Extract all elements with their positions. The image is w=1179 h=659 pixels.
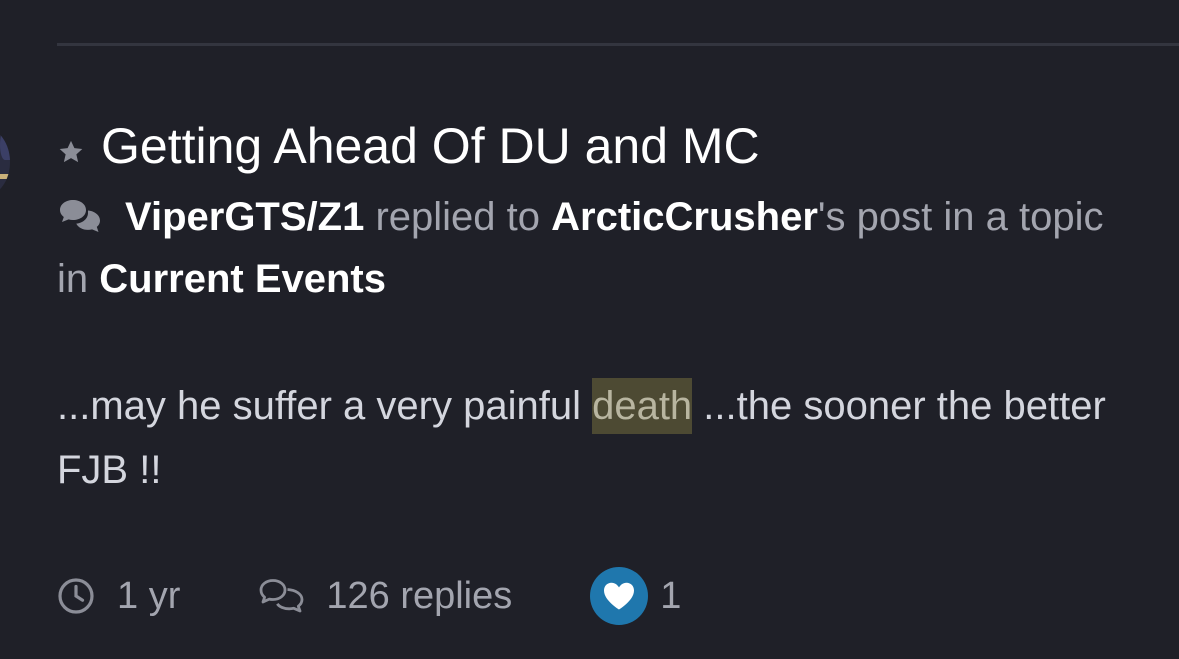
search-highlight: death xyxy=(592,378,693,434)
post-stats: 1 yr 126 replies 1 xyxy=(57,566,681,626)
star-icon xyxy=(59,140,83,163)
reply-count: 126 replies xyxy=(326,574,513,617)
post-title-row: Getting Ahead Of DU and MC xyxy=(57,118,760,174)
reaction-count: 1 xyxy=(660,574,682,617)
forum-link[interactable]: Current Events xyxy=(99,257,386,301)
chat-bubbles-icon xyxy=(60,200,100,232)
avatar[interactable] xyxy=(0,128,10,196)
replies-icon xyxy=(259,579,304,613)
post-title[interactable]: Getting Ahead Of DU and MC xyxy=(101,118,760,174)
action-text: replied to xyxy=(364,195,552,239)
reaction-stat: 1 xyxy=(590,567,681,625)
snippet-before: ...may he suffer a very painful xyxy=(57,384,593,428)
replies-stat: 126 replies xyxy=(258,575,512,618)
clock-icon xyxy=(58,578,94,614)
post-age: 1 yr xyxy=(117,574,181,617)
author-link[interactable]: ViperGTS/Z1 xyxy=(125,195,364,239)
time-stat: 1 yr xyxy=(57,575,180,618)
post-snippet[interactable]: ...may he suffer a very painful death ..… xyxy=(57,374,1137,502)
heart-icon xyxy=(604,582,635,610)
reaction-button[interactable] xyxy=(590,567,649,625)
divider xyxy=(57,43,1179,46)
activity-feed-item: Getting Ahead Of DU and MC ViperGTS/Z1 r… xyxy=(0,0,1179,659)
activity-description: ViperGTS/Z1 replied to ArcticCrusher's p… xyxy=(57,186,1117,310)
target-user-link[interactable]: ArcticCrusher xyxy=(551,195,818,239)
